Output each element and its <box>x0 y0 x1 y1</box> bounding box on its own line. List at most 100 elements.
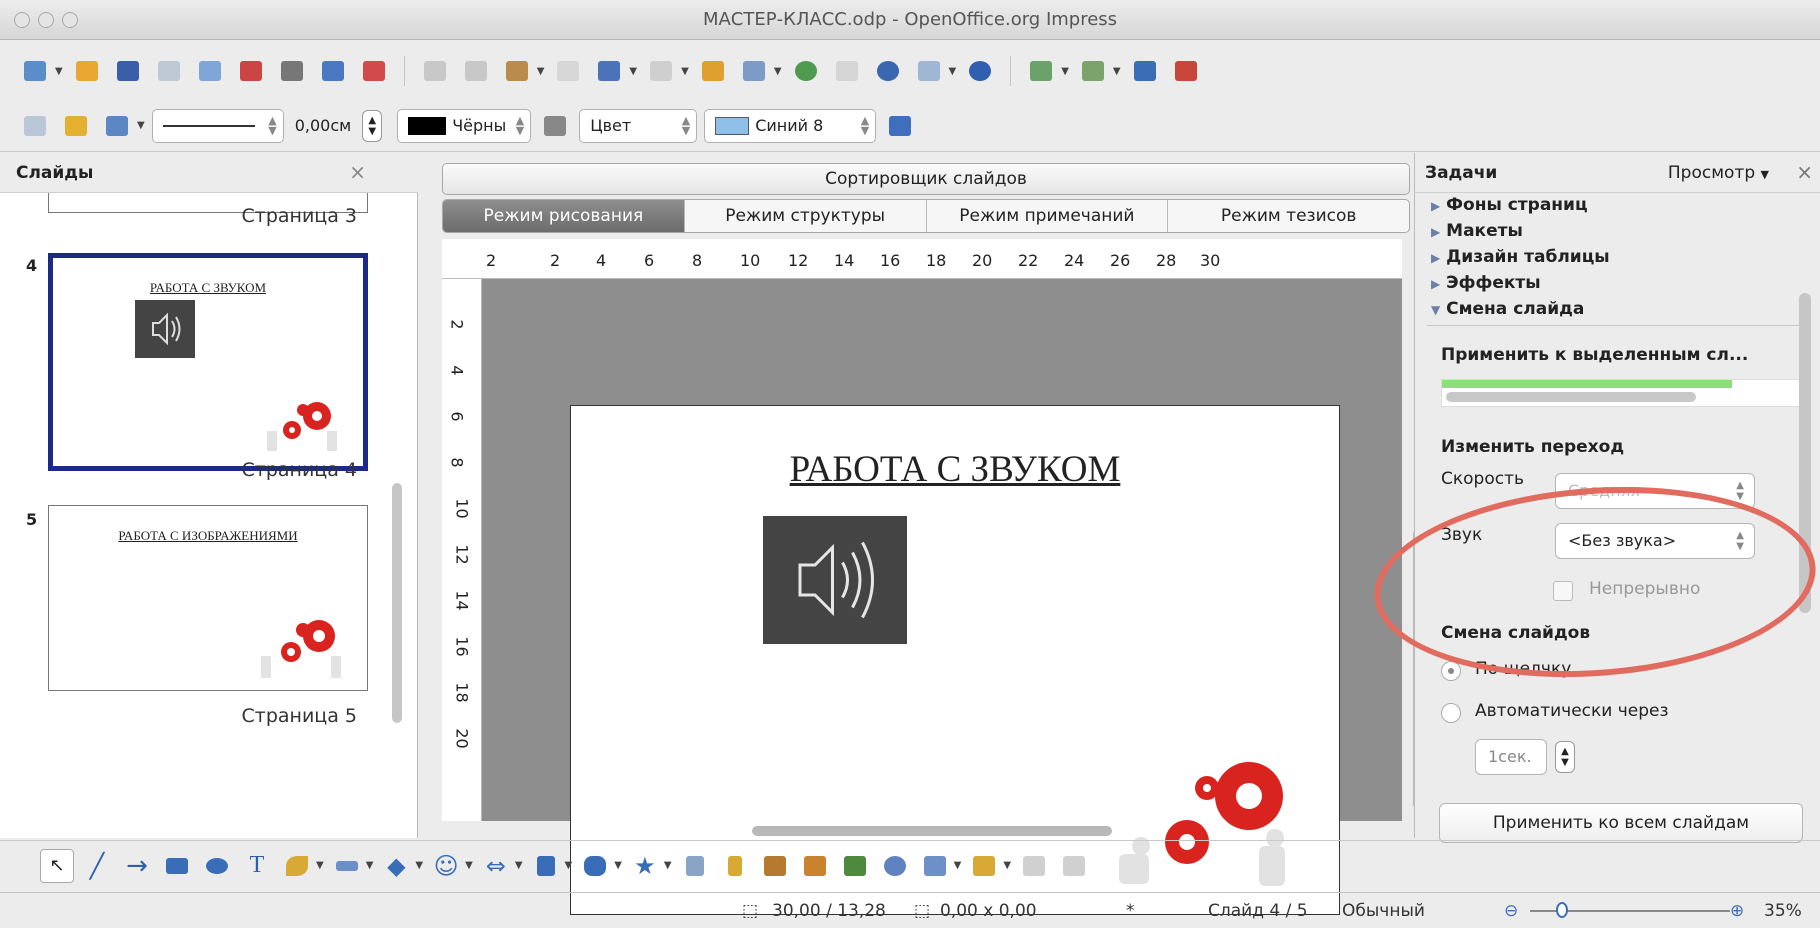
symbol-shapes-icon[interactable]: ☺ <box>429 849 463 883</box>
area-fill-icon[interactable] <box>538 109 572 143</box>
callouts-icon[interactable] <box>578 849 612 883</box>
3d-effects-icon[interactable] <box>1057 849 1091 883</box>
block-arrows-icon[interactable]: ⇔ <box>479 849 513 883</box>
auto-seconds-stepper[interactable]: ▲ ▼ <box>1555 741 1575 773</box>
category-layouts[interactable]: ▶ Макеты <box>1431 221 1523 241</box>
gallery-icon-2[interactable] <box>838 849 872 883</box>
slide-design-icon[interactable] <box>1076 54 1110 88</box>
fontwork-icon[interactable] <box>758 849 792 883</box>
chart-icon[interactable] <box>696 54 730 88</box>
help-icon[interactable] <box>963 54 997 88</box>
horizontal-scrollbar[interactable] <box>482 821 1402 838</box>
slide-canvas[interactable]: РАБОТА С ЗВУКОМ <box>570 405 1340 915</box>
print-icon[interactable] <box>275 54 309 88</box>
line-width-stepper[interactable]: ▲ ▼ <box>362 109 383 142</box>
category-table-design[interactable]: ▶ Дизайн таблицы <box>1431 247 1610 267</box>
slides-panel-scrollbar[interactable] <box>392 483 402 723</box>
navigator-icon[interactable] <box>871 54 905 88</box>
shadow-icon[interactable] <box>883 109 917 143</box>
view-menu[interactable]: Просмотр ▼ <box>1668 163 1769 183</box>
arrange-icon[interactable] <box>967 849 1001 883</box>
grid-icon[interactable] <box>830 54 864 88</box>
line-tool-icon[interactable]: ╱ <box>80 849 114 883</box>
open-folder-icon[interactable] <box>70 54 104 88</box>
close-tasks-panel-icon[interactable]: × <box>1796 160 1813 184</box>
zoom-icon[interactable] <box>912 54 946 88</box>
glue-points-icon[interactable] <box>718 849 752 883</box>
thumbnail-title-4: РАБОТА С ЗВУКОМ <box>149 280 267 295</box>
zoom-out-icon[interactable]: ⊖ <box>1504 901 1518 921</box>
line-style-icon[interactable] <box>18 109 52 143</box>
curve-tool-icon[interactable] <box>280 849 314 883</box>
select-arrow-icon[interactable]: ↖ <box>40 848 74 883</box>
arrow-line-tool-icon[interactable]: → <box>120 849 154 883</box>
auto-advance-radio[interactable] <box>1441 703 1461 723</box>
connector-tool-icon[interactable] <box>330 849 364 883</box>
arrow-style-icon[interactable] <box>59 109 93 143</box>
vertical-ruler[interactable]: 2 4 6 8 10 12 14 16 18 20 <box>442 279 482 821</box>
alignment-icon[interactable] <box>918 849 952 883</box>
rotate-icon[interactable] <box>878 849 912 883</box>
ellipse-tool-icon[interactable] <box>200 849 234 883</box>
position-icon: ⬚ <box>742 901 759 921</box>
table-icon[interactable] <box>737 54 771 88</box>
export-pdf-icon[interactable] <box>234 54 268 88</box>
transition-list[interactable] <box>1441 379 1803 407</box>
presentation-icon[interactable] <box>1169 54 1203 88</box>
gallery-icon[interactable] <box>789 54 823 88</box>
slide-sorter-button[interactable]: Сортировщик слайдов <box>442 163 1410 195</box>
save-icon[interactable] <box>111 54 145 88</box>
apply-all-slides-button[interactable]: Применить ко всем слайдам <box>1439 803 1803 843</box>
area-color-select[interactable]: Синий 8 ▲ ▼ <box>704 108 877 143</box>
category-slide-transition[interactable]: ▼ Смена слайда <box>1431 299 1584 319</box>
rectangle-tool-icon[interactable] <box>160 849 194 883</box>
copy-icon[interactable] <box>459 54 493 88</box>
area-style-select[interactable]: Цвет ▲ ▼ <box>579 108 698 143</box>
autospellcheck-icon[interactable] <box>357 54 391 88</box>
basic-shapes-icon[interactable]: ◆ <box>379 849 413 883</box>
redo-icon[interactable] <box>644 54 678 88</box>
email-icon[interactable] <box>152 54 186 88</box>
undo-icon[interactable] <box>592 54 626 88</box>
line-style-select[interactable]: ▲ ▼ <box>151 108 284 143</box>
spellcheck-icon[interactable] <box>316 54 350 88</box>
line-width-field[interactable]: 0,00см <box>291 109 356 143</box>
edit-file-icon[interactable] <box>193 54 227 88</box>
vruler-tick-label: 4 <box>447 365 467 376</box>
auto-seconds-field[interactable]: 1сек. <box>1475 739 1547 775</box>
sound-object-icon[interactable] <box>763 516 907 644</box>
flowchart-icon[interactable] <box>529 849 563 883</box>
slide-label-4: Страница 4 <box>241 459 357 481</box>
extrusion-icon[interactable] <box>1017 849 1051 883</box>
category-effects[interactable]: ▶ Эффекты <box>1431 273 1541 293</box>
from-file-icon[interactable] <box>798 849 832 883</box>
points-icon[interactable] <box>678 849 712 883</box>
tab-drawing[interactable]: Режим рисования <box>443 200 685 232</box>
zoom-in-icon[interactable]: ⊕ <box>1730 901 1744 921</box>
tab-notes[interactable]: Режим примечаний <box>927 200 1169 232</box>
slide-thumbnail-4[interactable]: РАБОТА С ЗВУКОМ <box>48 253 368 471</box>
paste-icon[interactable] <box>500 54 534 88</box>
line-ends-icon[interactable] <box>100 109 134 143</box>
new-document-icon[interactable] <box>18 54 52 88</box>
line-sample <box>162 124 255 127</box>
slide-title[interactable]: РАБОТА С ЗВУКОМ <box>571 448 1339 491</box>
line-color-select[interactable]: Чёрны ▲ ▼ <box>397 108 532 143</box>
horizontal-ruler[interactable]: 2 2 4 6 8 10 12 14 16 18 20 22 24 26 28 30 <box>442 239 1402 279</box>
chevron-down-icon: ▼ <box>1760 168 1769 181</box>
text-tool-icon[interactable]: T <box>240 849 274 883</box>
transition-list-scrollbar[interactable] <box>1446 392 1696 402</box>
clone-formatting-icon[interactable] <box>551 54 585 88</box>
category-backgrounds[interactable]: ▶ Фоны страниц <box>1431 195 1588 215</box>
tab-outline[interactable]: Режим структуры <box>685 200 927 232</box>
stars-icon[interactable]: ★ <box>628 849 662 883</box>
slide-thumbnail-5[interactable]: РАБОТА С ИЗОБРАЖЕНИЯМИ <box>48 505 368 691</box>
category-layouts-label: Макеты <box>1446 221 1523 241</box>
slide-layout-icon[interactable] <box>1024 54 1058 88</box>
expand-arrow-icon: ▶ <box>1431 251 1441 265</box>
zoom-slider-thumb[interactable] <box>1556 902 1568 918</box>
close-slides-panel-icon[interactable]: × <box>349 160 366 184</box>
cut-icon[interactable] <box>418 54 452 88</box>
slide-show-icon[interactable] <box>1128 54 1162 88</box>
tab-handout[interactable]: Режим тезисов <box>1168 200 1409 232</box>
